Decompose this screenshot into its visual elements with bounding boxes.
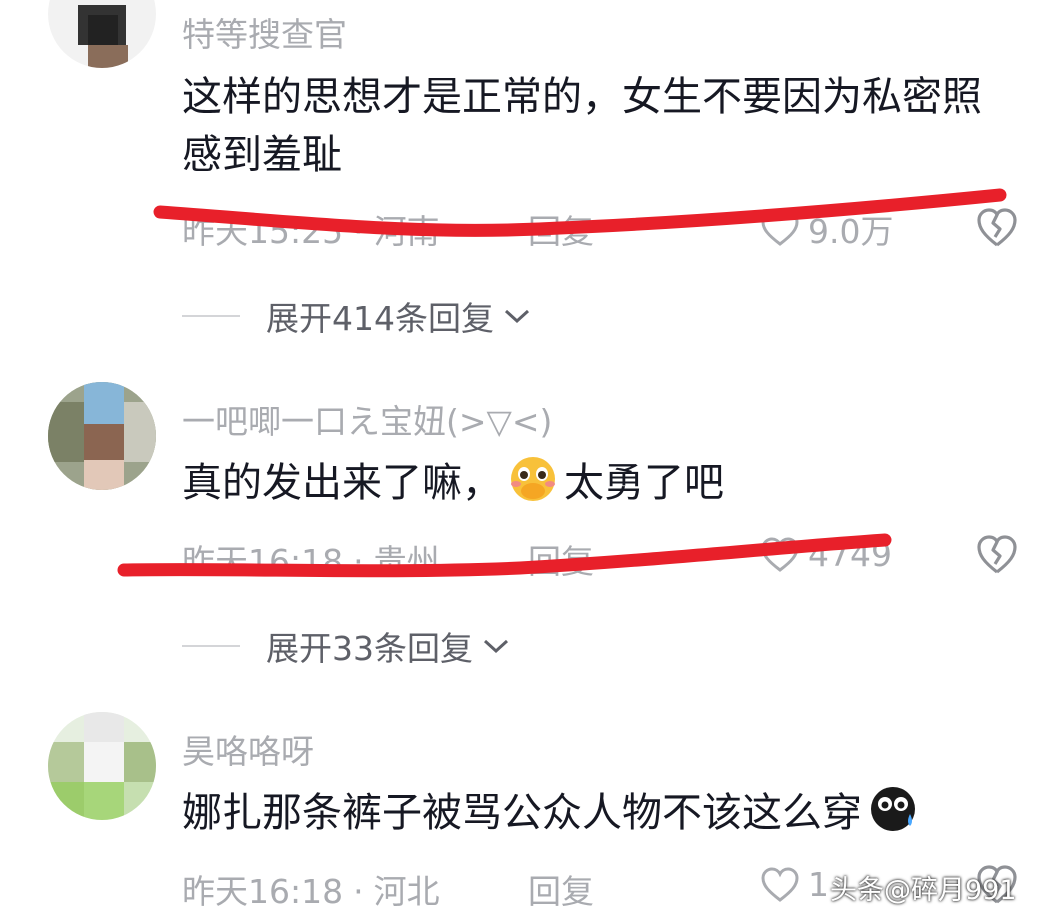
crying-black-face-emoji [871, 787, 915, 831]
avatar[interactable] [48, 0, 156, 68]
expand-replies-button[interactable]: 展开33条回复 [182, 622, 511, 670]
blushing-covering-mouth-emoji [511, 457, 555, 501]
heart-outline-icon [761, 866, 799, 902]
comment-text: 娜扎那条裤子被骂公众人物不该这么穿 [182, 784, 1012, 842]
reply-button[interactable]: 回复 [528, 865, 594, 913]
separator: · [353, 212, 364, 251]
like-count: 4749 [808, 535, 892, 574]
divider-line [182, 315, 240, 317]
comment-meta: 昨天16:18 · 贵州 [182, 535, 440, 583]
like-button[interactable]: 4749 [760, 535, 892, 574]
username[interactable]: 一吧唧一口え宝妞(>▽<) [182, 395, 552, 443]
comment-text-part: 真的发出来了嘛， [182, 460, 502, 506]
chevron-down-icon [483, 639, 509, 654]
divider-line [182, 645, 240, 647]
avatar[interactable] [48, 382, 156, 490]
expand-label: 展开414条回复 [266, 299, 494, 338]
like-button[interactable]: 9.0万 [760, 205, 893, 253]
avatar[interactable] [48, 712, 156, 820]
like-count: 1 [808, 865, 829, 904]
comment-text: 真的发出来了嘛， 太勇了吧 [182, 454, 1012, 512]
location: 贵州 [373, 542, 440, 581]
like-button[interactable]: 1 [760, 865, 829, 904]
reply-button[interactable]: 回复 [528, 205, 594, 253]
broken-heart-icon[interactable] [975, 205, 1019, 249]
expand-replies-button[interactable]: 展开414条回复 [182, 292, 532, 340]
separator: · [353, 872, 364, 911]
expand-label: 展开33条回复 [266, 629, 473, 668]
location: 河南 [373, 212, 440, 251]
comment-meta: 昨天15:25 · 河南 [182, 205, 440, 253]
timestamp: 昨天16:18 [182, 872, 344, 911]
reply-button[interactable]: 回复 [528, 535, 594, 583]
username[interactable]: 特等搜查官 [182, 8, 347, 56]
like-count: 9.0万 [808, 212, 894, 251]
heart-outline-icon [761, 211, 799, 246]
heart-outline-icon [761, 536, 799, 572]
username[interactable]: 昊咯咯呀 [182, 725, 314, 773]
comment-text-part: 娜扎那条裤子被骂公众人物不该这么穿 [182, 790, 862, 836]
comment-text-part: 太勇了吧 [564, 460, 724, 506]
separator: · [353, 542, 364, 581]
timestamp: 昨天15:25 [182, 212, 344, 251]
timestamp: 昨天16:18 [182, 542, 344, 581]
chevron-down-icon [504, 309, 530, 324]
comment-text: 这样的思想才是正常的，女生不要因为私密照感到羞耻 [182, 74, 982, 178]
watermark: 头条@碎月991 [830, 875, 1017, 906]
comment-meta: 昨天16:18 · 河北 [182, 865, 440, 913]
broken-heart-icon[interactable] [975, 532, 1019, 576]
location: 河北 [373, 872, 440, 911]
